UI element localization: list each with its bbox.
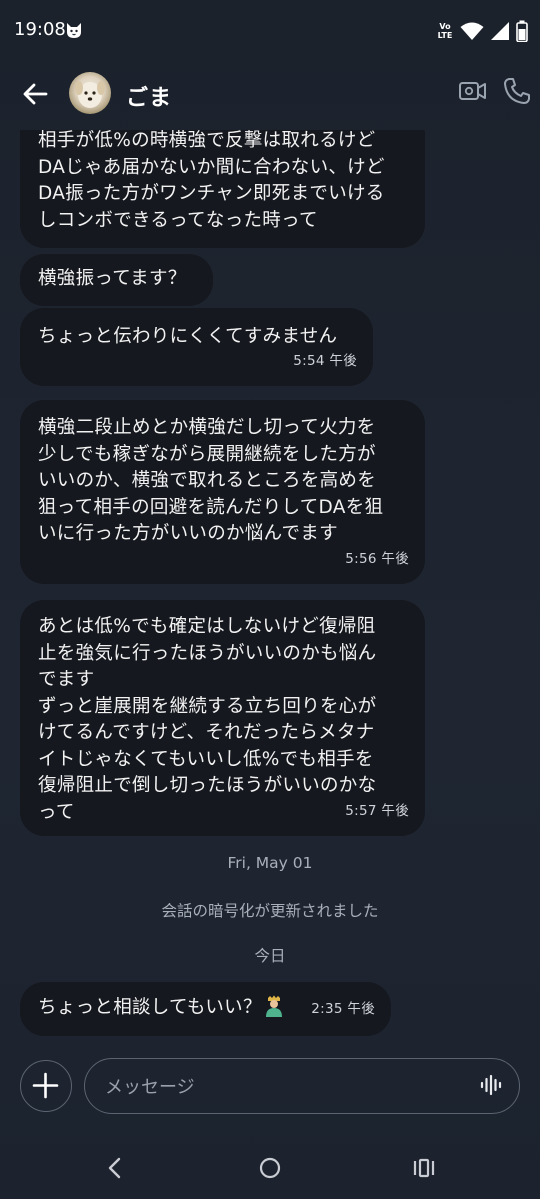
message-bubble[interactable]: 相手が低%の時横強で反撃は取れるけど DAじゃあ届かないか間に合わない、けど D…	[20, 130, 425, 248]
circle-home-icon[interactable]	[258, 1156, 282, 1180]
wifi-icon	[460, 22, 484, 40]
video-camera-icon[interactable]	[458, 76, 488, 106]
message-timestamp: 2:35 午後	[311, 1000, 375, 1017]
message-bubble[interactable]: 横強振ってます？	[20, 254, 213, 306]
battery-icon	[516, 20, 528, 42]
dog-photo-icon	[75, 81, 105, 108]
plus-icon	[32, 1072, 59, 1099]
message-text: 相手が低%の時横強で反撃は取れるけど DAじゃあ届かないか間に合わない、けど D…	[38, 130, 385, 231]
status-icons: Vo LTE	[436, 18, 528, 44]
contact-name[interactable]: ごま	[126, 80, 172, 112]
phone-icon[interactable]	[502, 76, 532, 106]
chat-screen: 19:08 Vo LTE ごま 相手が低%の時横強で反撃は取れるけど DAじゃあ…	[0, 0, 540, 1199]
contact-avatar[interactable]	[69, 72, 111, 114]
message-bubble[interactable]: 横強二段止めとか横強だし切って火力を 少しでも稼ぎながら展開継続をした方が いい…	[20, 400, 425, 584]
system-navigation-bar	[0, 1140, 540, 1199]
message-bubble[interactable]: ちょっと伝わりにくくてすみません 5:54 午後	[20, 308, 373, 386]
date-separator: Fri, May 01	[227, 854, 313, 872]
status-time: 19:08	[14, 19, 66, 40]
status-bar: 19:08 Vo LTE	[0, 0, 540, 62]
today-separator: 今日	[254, 947, 286, 965]
message-input[interactable]: メッセージ	[84, 1058, 520, 1114]
message-timestamp: 5:54 午後	[293, 352, 357, 369]
voice-waveform-icon[interactable]	[479, 1073, 503, 1097]
back-arrow-icon[interactable]	[18, 76, 54, 112]
chevron-left-icon[interactable]	[104, 1156, 126, 1180]
add-attachment-button[interactable]	[20, 1060, 72, 1112]
message-text: 横強振ってます？	[38, 268, 187, 289]
volte-indicator: Vo LTE	[437, 22, 453, 40]
chat-header: ごま	[0, 62, 540, 130]
message-text: あとは低%でも確定はしないけど復帰阻 止を強気に行ったほうがいいのかも悩ん でま…	[38, 616, 377, 823]
message-bubble[interactable]: あとは低%でも確定はしないけど復帰阻 止を強気に行ったほうがいいのかも悩ん でま…	[20, 600, 425, 836]
message-text: 横強二段止めとか横強だし切って火力を 少しでも稼ぎながら展開継続をした方が いい…	[38, 417, 384, 544]
recents-icon[interactable]	[412, 1156, 436, 1180]
message-timestamp: 5:57 午後	[345, 802, 409, 819]
person-bowing-emoji-icon	[265, 995, 282, 1017]
cell-signal-icon	[491, 22, 509, 40]
message-timestamp: 5:56 午後	[345, 550, 409, 567]
encryption-notice: 会話の暗号化が更新されました	[161, 902, 379, 920]
message-bubble[interactable]: ちょっと相談してもいい？ 2:35 午後	[20, 982, 391, 1036]
message-input-placeholder: メッセージ	[105, 1077, 195, 1098]
cat-notification-icon	[67, 23, 81, 38]
message-text: ちょっと相談してもいい？	[38, 997, 262, 1018]
message-list[interactable]: 相手が低%の時横強で反撃は取れるけど DAじゃあ届かないか間に合わない、けど D…	[0, 130, 540, 1050]
